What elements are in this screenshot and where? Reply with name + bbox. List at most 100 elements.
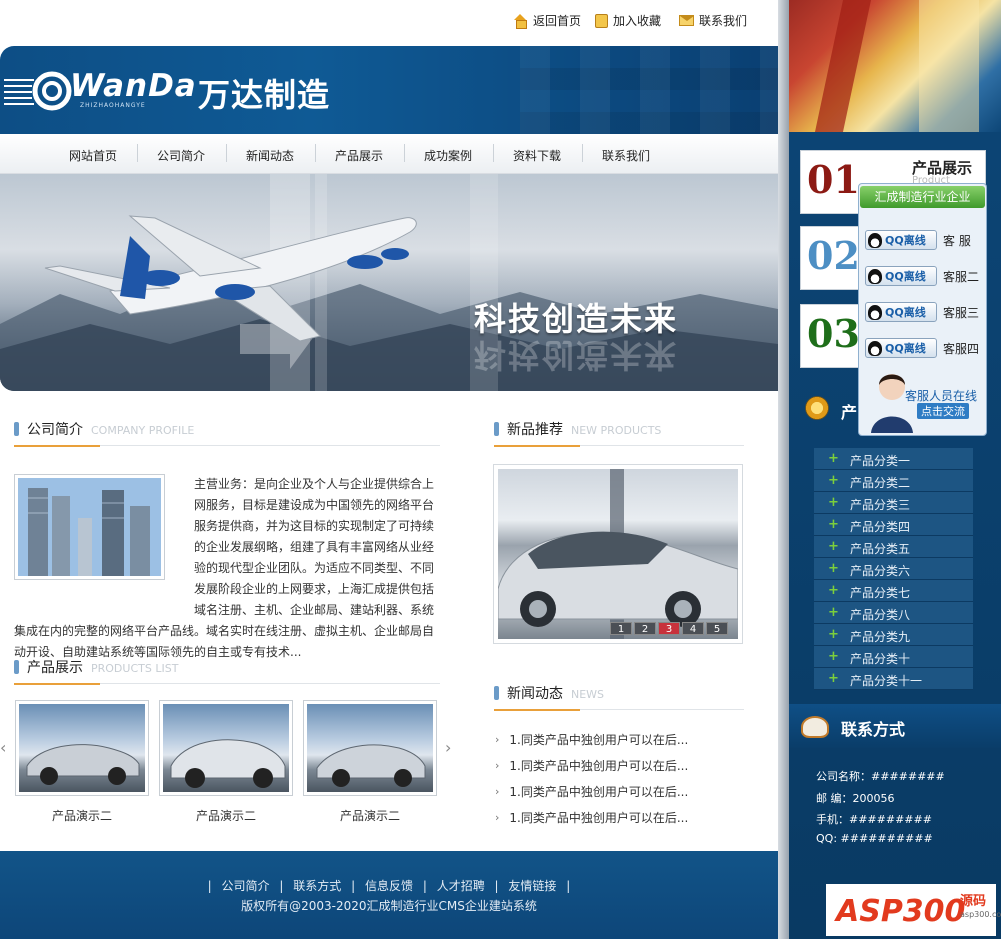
nav-item-news[interactable]: 新闻动态: [246, 147, 294, 164]
sidebar-edge: [778, 0, 789, 939]
section-divider: [494, 709, 744, 711]
car-picture: [26, 744, 140, 785]
qq-button-label: QQ离线: [885, 270, 926, 283]
products-prev-arrow[interactable]: ‹: [0, 738, 6, 757]
contact-link[interactable]: 联系我们: [679, 12, 747, 29]
nav-divider: [137, 144, 138, 162]
plus-icon: +: [828, 495, 839, 510]
footer-sep: |: [494, 879, 499, 893]
products-next-arrow[interactable]: ›: [445, 738, 451, 757]
section-divider: [494, 445, 744, 447]
qq-offline-button[interactable]: QQ离线: [865, 302, 937, 322]
category-item[interactable]: + 产品分类四: [814, 514, 973, 536]
contact-mobile: 手机：#########: [816, 813, 932, 826]
category-item[interactable]: + 产品分类二: [814, 470, 973, 492]
car-picture: [170, 739, 286, 788]
category-item[interactable]: + 产品分类五: [814, 536, 973, 558]
nav-divider: [493, 144, 494, 162]
news-item[interactable]: › 1.同类产品中独创用户可以在后...: [495, 809, 688, 826]
phone-icon: [801, 716, 829, 738]
nav-item-about[interactable]: 公司简介: [157, 147, 205, 164]
banner-slogan-reflection: 科技创造未来: [474, 336, 679, 374]
new-product-slideshow[interactable]: 1 2 3 4 5: [493, 464, 743, 644]
penguin-icon: [868, 304, 882, 320]
mail-icon: [679, 15, 694, 26]
news-item-title: 1.同类产品中独创用户可以在后...: [509, 811, 689, 825]
qq-offline-button[interactable]: QQ离线: [865, 230, 937, 250]
qq-row: QQ离线 客 服: [865, 230, 971, 250]
slideshow-pager: 1 2 3 4 5: [610, 622, 728, 635]
product-caption[interactable]: 产品演示二: [303, 807, 437, 824]
product-caption[interactable]: 产品演示二: [159, 807, 293, 824]
plus-icon: +: [828, 649, 839, 664]
sidebar-top-image: [789, 0, 1001, 132]
qq-agent-name: 客服三: [943, 305, 980, 320]
new-product-image: 1 2 3 4 5: [498, 469, 738, 639]
company-title-cn: 公司简介: [27, 422, 83, 438]
news-item[interactable]: › 1.同类产品中独创用户可以在后...: [495, 757, 688, 774]
news-item[interactable]: › 1.同类产品中独创用户可以在后...: [495, 783, 688, 800]
company-section-title: 公司简介 COMPANY PROFILE: [14, 419, 194, 439]
nav-divider: [404, 144, 405, 162]
pager-page-4[interactable]: 4: [682, 622, 704, 635]
pager-page-1[interactable]: 1: [610, 622, 632, 635]
category-item[interactable]: + 产品分类六: [814, 558, 973, 580]
favorite-link[interactable]: 加入收藏: [595, 12, 661, 29]
category-item[interactable]: + 产品分类一: [814, 448, 973, 470]
hero-banner: 科技创造未来 科技创造未来: [0, 174, 778, 391]
product-caption[interactable]: 产品演示二: [15, 807, 149, 824]
product-thumb-image: [19, 704, 145, 792]
category-item-label: 产品分类九: [850, 630, 911, 644]
category-item-label: 产品分类五: [850, 542, 911, 556]
plus-icon: +: [828, 605, 839, 620]
pager-page-3[interactable]: 3: [658, 622, 680, 635]
nav-item-cases[interactable]: 成功案例: [424, 147, 472, 164]
nav-item-home[interactable]: 网站首页: [69, 147, 117, 164]
product-thumb-image: [163, 704, 289, 792]
asp300-brand: ASP300: [836, 894, 966, 929]
footer-link-friends[interactable]: 友情链接: [508, 879, 556, 893]
footer-link-jobs[interactable]: 人才招聘: [437, 879, 485, 893]
category-item[interactable]: + 产品分类十一: [814, 668, 973, 690]
category-item[interactable]: + 产品分类十: [814, 646, 973, 668]
footer-link-feedback[interactable]: 信息反馈: [365, 879, 413, 893]
qq-offline-button[interactable]: QQ离线: [865, 266, 937, 286]
contact-title: 联系方式: [841, 720, 906, 739]
qq-chat-button[interactable]: 点击交流: [917, 403, 969, 419]
pager-page-2[interactable]: 2: [634, 622, 656, 635]
category-item-label: 产品分类二: [850, 476, 911, 490]
penguin-icon: [868, 268, 882, 284]
news-item-title: 1.同类产品中独创用户可以在后...: [509, 785, 689, 799]
new-products-title-cn: 新品推荐: [507, 422, 563, 438]
category-item[interactable]: + 产品分类三: [814, 492, 973, 514]
qq-button-label: QQ离线: [885, 306, 926, 319]
right-sidebar: 01 02 03 产品展示 Product 产品分类 +产品分类一+产品分类二+…: [778, 0, 1001, 939]
product-thumb[interactable]: [15, 700, 149, 796]
home-icon: [513, 13, 528, 29]
number-label: 02: [807, 233, 860, 278]
news-item-title: 1.同类产品中独创用户可以在后...: [509, 733, 689, 747]
product-thumb[interactable]: [159, 700, 293, 796]
nav-item-contact[interactable]: 联系我们: [602, 147, 650, 164]
qq-offline-button[interactable]: QQ离线: [865, 338, 937, 358]
footer-link-contact[interactable]: 联系方式: [293, 879, 341, 893]
penguin-icon: [868, 232, 882, 248]
product-thumb[interactable]: [303, 700, 437, 796]
category-item[interactable]: + 产品分类七: [814, 580, 973, 602]
gear-icon: [803, 394, 831, 422]
footer-copyright: 版权所有@2003-2020汇成制造行业CMS企业建站系统: [241, 899, 537, 913]
car-picture: [316, 744, 426, 787]
decor-beam: [814, 0, 872, 132]
top-links-bar: 返回首页 加入收藏 联系我们: [0, 0, 778, 46]
category-item[interactable]: + 产品分类九: [814, 624, 973, 646]
pager-page-5[interactable]: 5: [706, 622, 728, 635]
asp300-logo[interactable]: ASP300 源码 asp300.com: [826, 884, 1001, 936]
logo-text-cn: 万达制造: [198, 76, 331, 114]
new-products-section-title: 新品推荐 NEW PRODUCTS: [494, 419, 661, 439]
news-item[interactable]: › 1.同类产品中独创用户可以在后...: [495, 731, 688, 748]
nav-item-downloads[interactable]: 资料下载: [513, 147, 561, 164]
footer-link-about[interactable]: 公司简介: [222, 879, 270, 893]
home-link[interactable]: 返回首页: [513, 12, 581, 29]
category-item[interactable]: + 产品分类八: [814, 602, 973, 624]
nav-item-products[interactable]: 产品展示: [335, 147, 383, 164]
